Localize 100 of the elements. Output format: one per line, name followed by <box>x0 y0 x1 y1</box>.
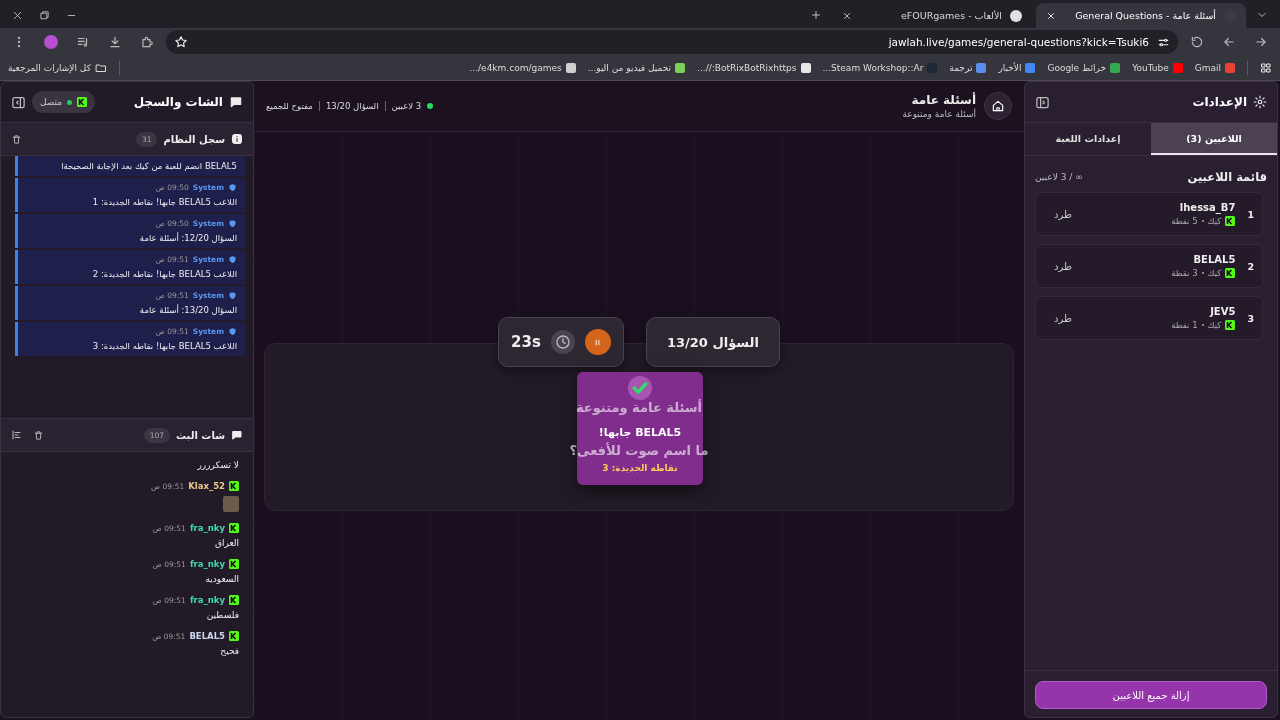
star-icon <box>174 35 188 49</box>
shield-icon <box>228 255 237 264</box>
url-text: jawlah.live/games/general-questions?kick=Tsuki6 <box>887 36 1149 48</box>
platform-icon <box>77 97 88 107</box>
favicon-icon <box>1110 63 1121 73</box>
player-name: lhessa_B7 <box>1178 202 1236 213</box>
player-rank: 2 <box>1247 260 1254 272</box>
arrow-icon <box>1254 35 1268 49</box>
player-points: 3 نقطة <box>1171 268 1198 278</box>
player-name: JEV5 <box>1208 306 1236 317</box>
favicon-icon <box>1172 63 1183 73</box>
bookmark[interactable]: Gmail <box>1194 63 1235 73</box>
chat-username: fra_nky <box>189 559 225 569</box>
bookmark[interactable]: BotRixBotRixhttps://... <box>697 63 811 73</box>
browser-tab[interactable]: الألعاب - eFOURgames <box>832 3 1032 28</box>
platform-icon <box>229 523 239 533</box>
log-text: السؤال 13/20: أسئلة عامة <box>138 305 237 315</box>
chat-username: fra_nky <box>189 595 225 605</box>
player-name: BELAL5 <box>1192 254 1236 265</box>
clock-icon <box>554 334 571 350</box>
bookmark[interactable]: Steam Workshop::Ar... <box>822 63 938 73</box>
connection-status: متصل <box>32 91 96 113</box>
game-mode: مفتوح للجميع <box>266 101 313 111</box>
game-title: أسئلة عامة <box>910 93 976 107</box>
home-button[interactable] <box>984 92 1012 120</box>
log-text: السؤال 12/20: أسئلة عامة <box>138 233 237 243</box>
platform-icon <box>1225 268 1236 278</box>
platform-icon <box>229 559 239 569</box>
chat-message: فحيح <box>219 646 239 656</box>
bookmark[interactable]: ترجمة <box>949 63 987 73</box>
settings-tab[interactable]: إعدادات اللعبة <box>1025 123 1151 155</box>
favicon-icon <box>800 63 811 73</box>
collapse-panel-button[interactable] <box>1035 94 1050 110</box>
platform-icon <box>1225 320 1236 330</box>
chat-username: Klax_52 <box>188 481 225 491</box>
kick-button[interactable]: طرد <box>1044 204 1082 224</box>
shield-icon <box>228 219 237 228</box>
settings-tab[interactable]: اللاعبين (3) <box>1151 123 1277 155</box>
game-subtitle: أسئلة عامة ومتنوعة <box>902 109 976 119</box>
align-button[interactable] <box>11 429 23 441</box>
panel-title: الإعدادات <box>1192 95 1247 109</box>
player-capacity: ∞ / 3 لاعبين <box>1035 172 1083 182</box>
panel-title: الشات والسجل <box>133 95 223 109</box>
platform-icon <box>1225 216 1236 226</box>
player-points: 1 نقطة <box>1171 320 1198 330</box>
log-text: اللاعب BELAL5 جابها! نقاطه الجديدة: 3 <box>91 341 237 351</box>
timer-text: 23s <box>511 333 541 351</box>
favicon-icon <box>1025 63 1036 73</box>
clear-button[interactable] <box>33 429 44 441</box>
bookmark[interactable]: الأخبار <box>998 63 1036 73</box>
chat-message: فلسطين <box>205 610 239 620</box>
favicon-icon <box>565 63 576 73</box>
download-icon <box>108 35 122 49</box>
bookmark[interactable]: e4km.com/games/... <box>469 63 576 73</box>
browser-tab[interactable]: أسئلة عامة - General Questions <box>1036 3 1246 28</box>
collapse-panel-button[interactable] <box>11 94 26 110</box>
restore-icon <box>39 9 50 21</box>
popup-title: BELAL5 جابها! <box>598 426 682 439</box>
player-points: 5 نقطة <box>1171 216 1198 226</box>
bookmark[interactable]: YouTube <box>1132 63 1183 73</box>
popup-points: نقاطه الجديدة: 3 <box>602 463 678 473</box>
clear-button[interactable] <box>11 133 22 145</box>
log-text: اللاعب BELAL5 جابها! نقاطه الجديدة: 1 <box>91 197 237 207</box>
plus-icon <box>810 9 822 21</box>
chat-message: لا تسكرررر <box>196 460 239 470</box>
kick-button[interactable]: طرد <box>1044 256 1082 276</box>
arrow-icon <box>1222 35 1236 49</box>
log-text: BELAL5 انضم للعبة من كيك بعد الإجابة الصحيحةا <box>60 161 237 171</box>
question-counter: السؤال 13/20 <box>645 317 780 367</box>
trash-icon <box>33 429 44 441</box>
shield-icon <box>228 183 237 192</box>
all-bookmarks-button[interactable]: كل الإشارات المرجعية <box>8 62 107 74</box>
reload-icon <box>1190 35 1204 49</box>
address-bar[interactable]: jawlah.live/games/general-questions?kick=Tsuki6 <box>166 30 1178 54</box>
platform-icon <box>229 481 239 491</box>
puzzle-icon <box>140 35 154 49</box>
section-title: شات البث <box>176 429 225 441</box>
player-rank: 1 <box>1247 208 1254 220</box>
pause-button[interactable] <box>584 329 611 355</box>
list-title: قائمة اللاعبين <box>1187 170 1267 184</box>
remove-all-button[interactable]: إزالة جميع اللاعبين <box>1035 681 1267 709</box>
folder-icon <box>94 62 107 74</box>
question-category: أسئلة عامة ومتنوعة <box>575 400 703 415</box>
chat-message: السعوديه <box>204 574 239 584</box>
shield-icon <box>228 291 237 300</box>
player-platform: كيك <box>1207 216 1222 226</box>
player-platform: كيك <box>1207 268 1222 278</box>
favicon-icon <box>976 63 987 73</box>
favicon-icon <box>675 63 686 73</box>
bookmark[interactable]: خرائط Google <box>1047 63 1121 73</box>
chat-icon <box>231 429 243 441</box>
platform-icon <box>229 631 239 641</box>
kick-button[interactable]: طرد <box>1044 308 1082 328</box>
log-text: اللاعب BELAL5 جابها! نقاطه الجديدة: 2 <box>91 269 237 279</box>
question-number: السؤال 13/20 <box>325 101 379 111</box>
close-icon <box>842 10 852 21</box>
sidebar-icon <box>11 94 26 110</box>
apps-icon <box>1260 62 1272 74</box>
bookmark[interactable]: تحميل فيديو من اليو... <box>587 63 686 73</box>
sidebar-icon <box>1035 94 1050 110</box>
